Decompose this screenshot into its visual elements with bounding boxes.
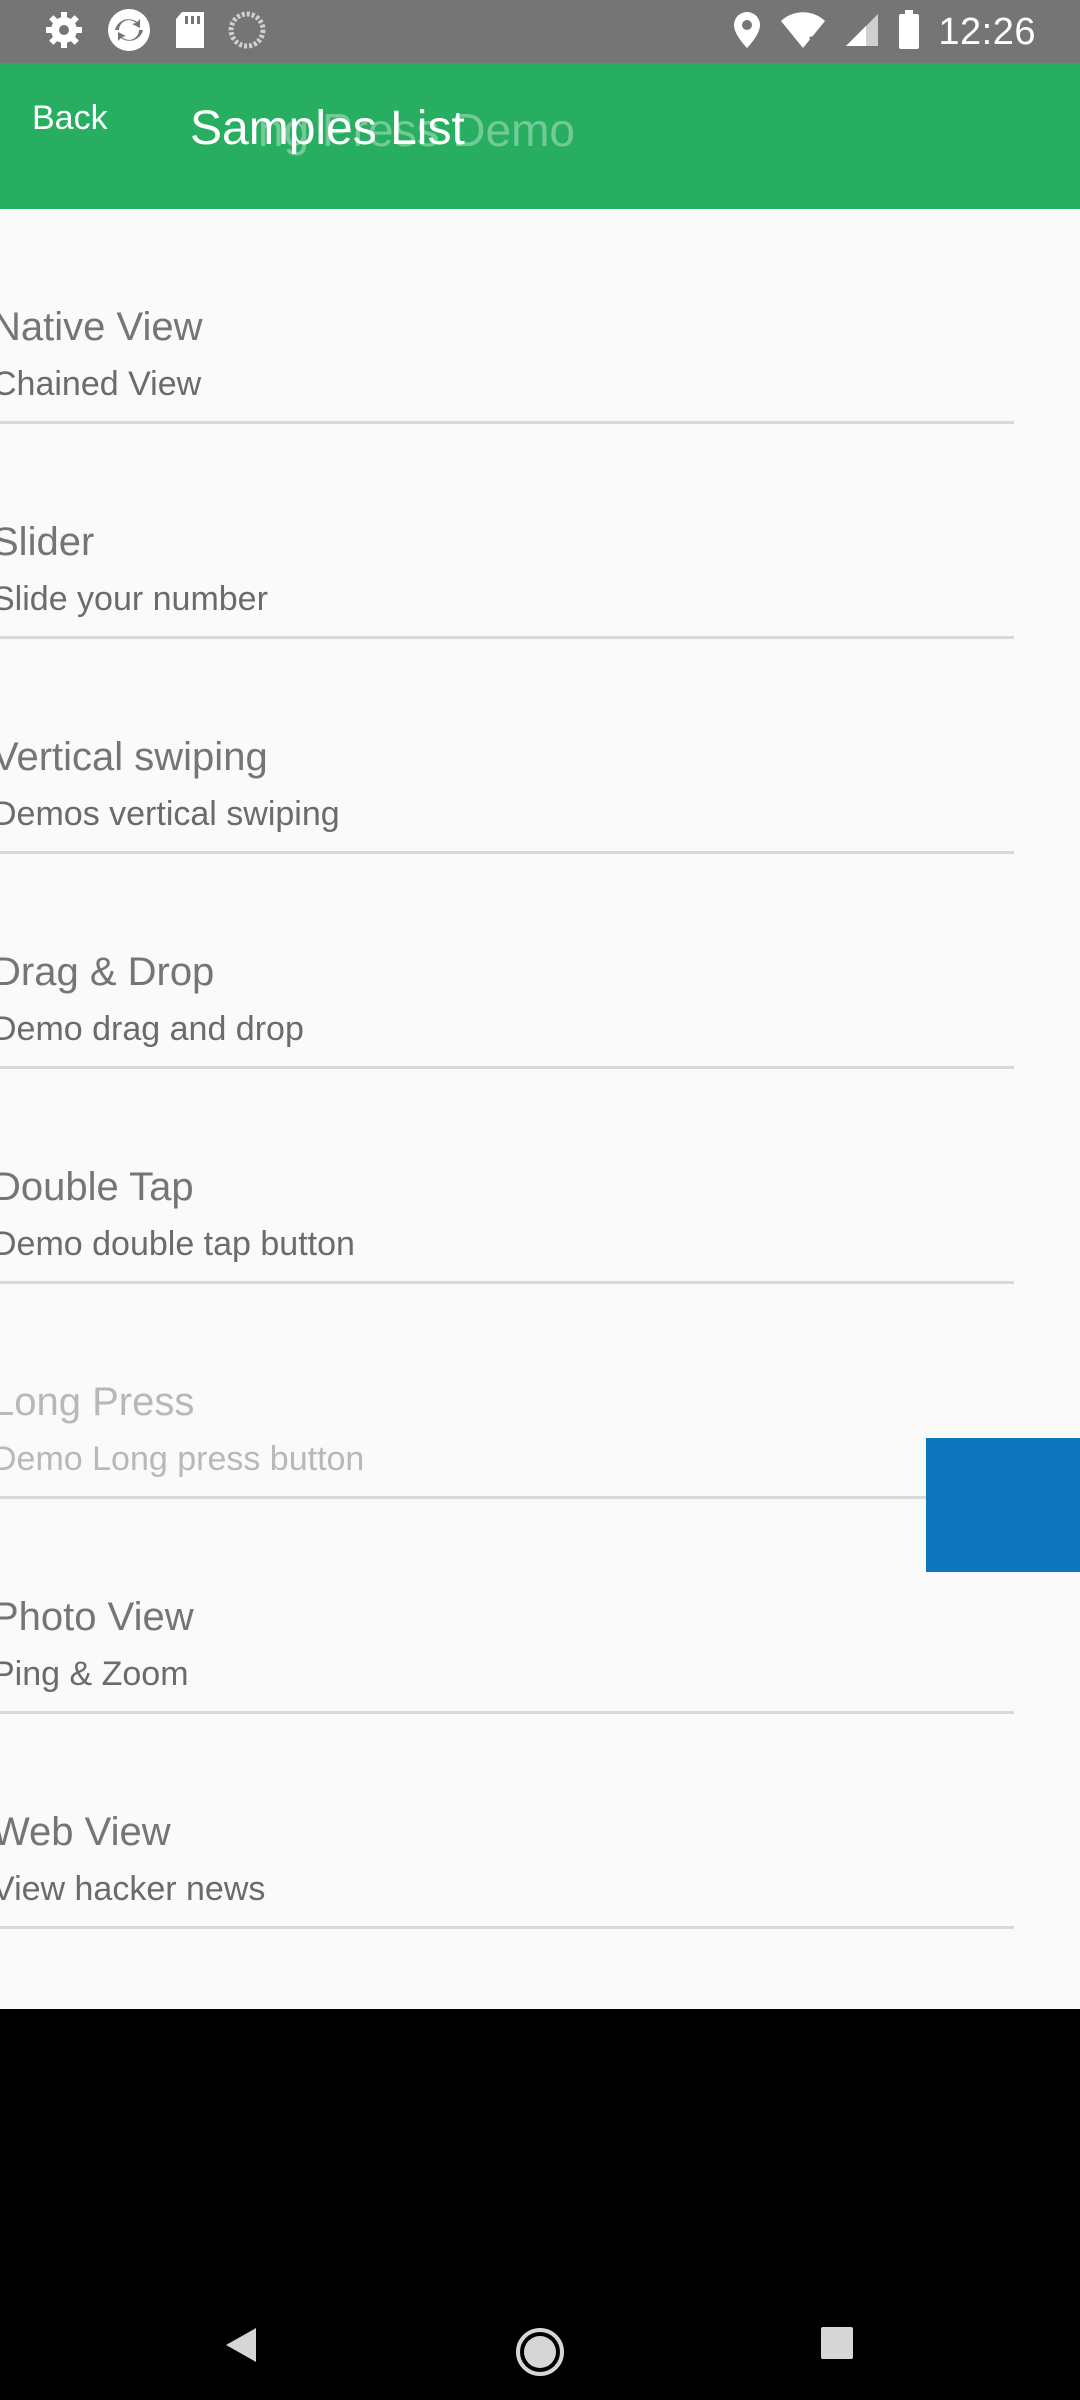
list-item[interactable]: Long Press Demo Long press button bbox=[0, 1284, 1014, 1499]
list-item[interactable]: Double Tap Demo double tap button bbox=[0, 1069, 1014, 1284]
list-item[interactable]: Web View View hacker news bbox=[0, 1714, 1014, 1929]
status-bar-left-icons bbox=[44, 8, 266, 56]
list-item-title: Web View bbox=[0, 1810, 171, 1854]
list-item-subtitle: Slide your number bbox=[0, 580, 268, 618]
list-item[interactable]: Drag & Drop Demo drag and drop bbox=[0, 854, 1014, 1069]
list-item-title: Slider bbox=[0, 520, 95, 564]
app-bar: ng Press Demo Back Samples List bbox=[0, 63, 1080, 209]
status-bar-time: 12:26 bbox=[938, 10, 1036, 53]
list-item-title: Drag & Drop bbox=[0, 950, 215, 994]
location-icon bbox=[732, 11, 762, 54]
list-item-subtitle: Demo double tap button bbox=[0, 1225, 355, 1263]
status-bar-right-icons: 12:26 bbox=[732, 8, 1036, 56]
loading-icon bbox=[228, 11, 266, 54]
sd-card-icon bbox=[174, 11, 206, 54]
list-item-title: Native View bbox=[0, 305, 203, 349]
back-triangle-icon[interactable] bbox=[224, 2326, 258, 2369]
list-item-subtitle: Ping & Zoom bbox=[0, 1655, 189, 1693]
list-item-subtitle: Chained View bbox=[0, 365, 202, 403]
wifi-icon bbox=[780, 11, 826, 54]
list-item-subtitle: View hacker news bbox=[0, 1870, 266, 1908]
list-item[interactable]: Photo View Ping & Zoom bbox=[0, 1499, 1014, 1714]
list-item-title: Photo View bbox=[0, 1595, 194, 1639]
list-item-subtitle: Demo Long press button bbox=[0, 1440, 365, 1478]
list-item-title: Double Tap bbox=[0, 1165, 194, 1209]
list-item-subtitle: Demo drag and drop bbox=[0, 1010, 304, 1048]
back-button[interactable]: Back bbox=[32, 99, 108, 138]
incoming-view-panel[interactable] bbox=[926, 1438, 1080, 1572]
settings-icon bbox=[44, 10, 84, 55]
signal-icon bbox=[844, 12, 880, 53]
list-item-subtitle: Demos vertical swiping bbox=[0, 795, 340, 833]
list-item-title: Vertical swiping bbox=[0, 735, 268, 779]
battery-icon bbox=[898, 9, 920, 55]
list-item[interactable]: Vertical swiping Demos vertical swiping bbox=[0, 639, 1014, 854]
recents-square-icon[interactable] bbox=[820, 2326, 854, 2365]
list-item[interactable]: Slider Slide your number bbox=[0, 424, 1014, 639]
navigation-bar bbox=[0, 2009, 1080, 2400]
status-bar: 12:26 bbox=[0, 0, 1080, 63]
page-title: Samples List bbox=[190, 102, 465, 155]
sync-icon bbox=[106, 7, 152, 58]
home-circle-icon[interactable] bbox=[514, 2326, 566, 2383]
list-item[interactable]: Native View Chained View bbox=[0, 209, 1014, 424]
samples-list: Native View Chained View Slider Slide yo… bbox=[0, 209, 1080, 2009]
list-item-title: Long Press bbox=[0, 1380, 195, 1424]
